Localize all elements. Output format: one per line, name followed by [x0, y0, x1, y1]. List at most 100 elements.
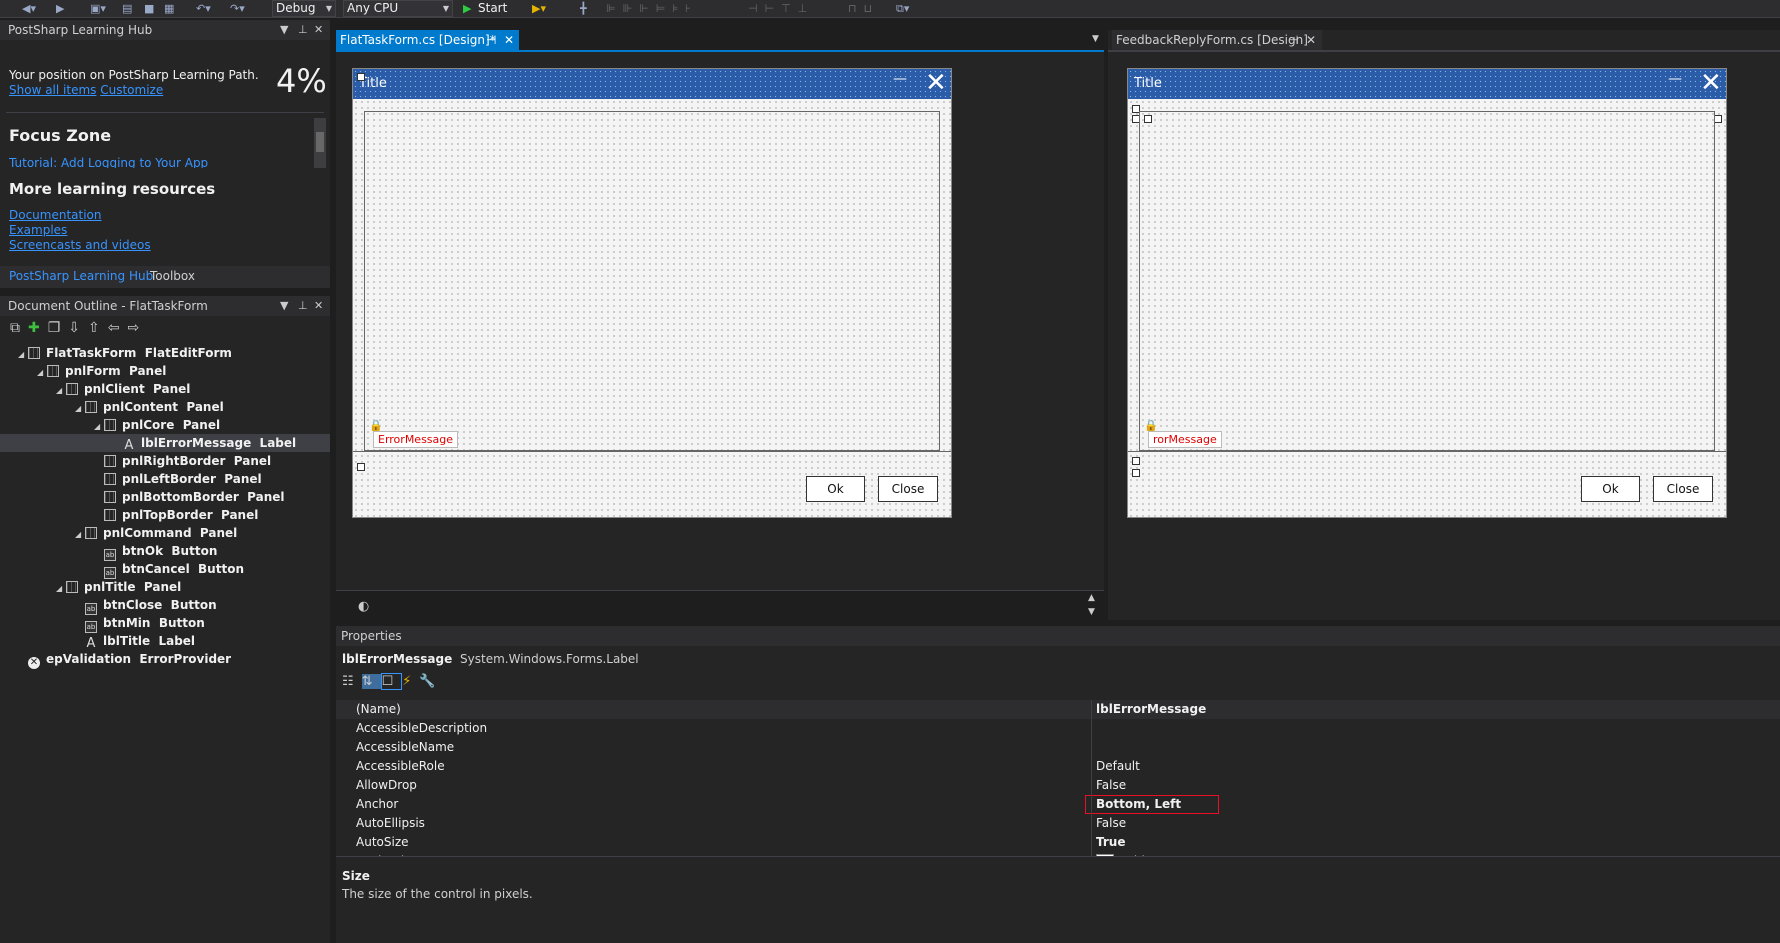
properties-icon[interactable]: ☐	[380, 673, 403, 690]
documentation-link[interactable]: Documentation	[9, 208, 102, 222]
property-row[interactable]: AccessibleRole Default	[336, 757, 1780, 776]
close-button[interactable]: Close	[878, 476, 938, 502]
customize-link[interactable]: Customize	[100, 83, 163, 97]
new-project-icon[interactable]: ▣▾	[90, 1, 106, 16]
property-value[interactable]: False	[1096, 776, 1126, 795]
pin-icon[interactable]: ⊥	[298, 20, 308, 40]
move-right-icon[interactable]: ⇨	[128, 320, 148, 336]
selected-object[interactable]: lblErrorMessage System.Windows.Forms.Lab…	[342, 652, 639, 666]
config-select[interactable]: Debug ▼	[272, 0, 336, 17]
close-icon[interactable]: ✕	[504, 30, 514, 50]
ok-button[interactable]: Ok	[806, 476, 865, 502]
outline-item[interactable]: pnlLeftBorder Panel	[94, 470, 262, 488]
close-icon[interactable]: ✕	[1306, 30, 1316, 50]
pnlcontent-panel[interactable]	[364, 111, 940, 451]
feedbackreplyform-preview[interactable]: Title — ✕ 🔒 rorMessage Ok Close	[1127, 68, 1727, 518]
move-down-icon[interactable]: ⇩	[68, 320, 88, 336]
expander-icon[interactable]: ◢	[75, 400, 85, 418]
expander-icon[interactable]: ◢	[56, 382, 66, 400]
ok-button[interactable]: Ok	[1581, 476, 1640, 502]
pnlcontent-panel[interactable]	[1139, 111, 1715, 451]
undo-icon[interactable]: ↶▾	[196, 1, 211, 16]
grid-column-divider[interactable]	[1091, 700, 1092, 856]
tab-order-icon[interactable]: ⧉▾	[896, 1, 909, 16]
outline-item[interactable]: AlblErrorMessage Label	[0, 434, 330, 452]
tab-learning-hub[interactable]: PostSharp Learning Hub	[9, 269, 153, 283]
back-icon[interactable]: ◀▾	[22, 1, 36, 16]
property-value[interactable]: True	[1096, 833, 1125, 852]
outline-item[interactable]: ◢ pnlCore Panel	[94, 416, 220, 434]
property-value[interactable]: False	[1096, 814, 1126, 833]
open-icon[interactable]: ▤	[122, 1, 132, 16]
outline-item[interactable]: ab btnCancel Button	[94, 560, 244, 579]
expander-icon[interactable]: ◢	[18, 346, 28, 364]
categorized-icon[interactable]: ☷	[342, 674, 362, 689]
screencasts-link[interactable]: Screencasts and videos	[9, 238, 151, 252]
pin-icon[interactable]: ⊣	[1288, 30, 1298, 50]
property-value[interactable]: Bottom, Left	[1085, 795, 1219, 814]
property-value[interactable]: lblErrorMessage	[1096, 700, 1206, 719]
close-form-icon[interactable]: ✕	[1700, 69, 1722, 97]
close-icon[interactable]: ✕	[314, 296, 323, 316]
outline-item[interactable]: ◢ pnlCommand Panel	[75, 524, 237, 542]
property-row[interactable]: AccessibleName	[336, 738, 1780, 757]
start-icon[interactable]: ▶	[463, 1, 471, 16]
close-icon[interactable]: ✕	[314, 20, 323, 40]
scroll-down-icon[interactable]: ▼	[1088, 607, 1095, 617]
outline-item[interactable]: ab btnClose Button	[75, 596, 217, 615]
close-form-icon[interactable]: ✕	[925, 69, 947, 97]
scroll-thumb[interactable]	[316, 132, 324, 152]
form-title-bar[interactable]: Title — ✕	[353, 69, 951, 99]
outline-item[interactable]: ✕ epValidation ErrorProvider	[18, 650, 231, 669]
outline-item[interactable]: ◢ pnlClient Panel	[56, 380, 190, 398]
align-grid-icon[interactable]: ╋	[580, 1, 587, 16]
outline-item[interactable]: ◢ pnlContent Panel	[75, 398, 224, 416]
pin-icon[interactable]: ⊣	[486, 30, 496, 50]
property-row[interactable]: (Name) lblErrorMessage	[336, 700, 1780, 719]
dropdown-icon[interactable]: ▼	[280, 20, 288, 40]
show-all-link[interactable]: Show all items	[9, 83, 96, 97]
close-button[interactable]: Close	[1653, 476, 1713, 502]
outline-item[interactable]: pnlBottomBorder Panel	[94, 488, 285, 506]
property-row[interactable]: Anchor Bottom, Left	[336, 795, 1780, 814]
property-row[interactable]: AutoSize True	[336, 833, 1780, 852]
redo-icon[interactable]: ↷▾	[230, 1, 245, 16]
move-left-icon[interactable]: ⇦	[108, 320, 128, 336]
property-row[interactable]: AccessibleDescription	[336, 719, 1780, 738]
platform-select[interactable]: Any CPU ▼	[343, 0, 453, 17]
events-icon[interactable]: ⚡	[402, 674, 419, 689]
examples-link[interactable]: Examples	[9, 223, 67, 237]
error-message-label[interactable]: ErrorMessage	[373, 431, 459, 448]
outline-item[interactable]: pnlRightBorder Panel	[94, 452, 271, 470]
tab-toolbox[interactable]: Toolbox	[150, 269, 195, 283]
outline-item[interactable]: ◢ pnlForm Panel	[37, 362, 166, 380]
save-all-icon[interactable]: ▦	[164, 1, 174, 16]
property-row[interactable]: AutoEllipsis False	[336, 814, 1780, 833]
duplicate-icon[interactable]: ❐	[48, 320, 69, 336]
expander-icon[interactable]: ◢	[56, 580, 66, 598]
alphabetical-icon[interactable]: ⇅	[361, 674, 381, 689]
minimize-icon[interactable]: —	[1668, 64, 1682, 94]
save-icon[interactable]: ■	[144, 1, 154, 16]
dropdown-icon[interactable]: ▼	[280, 296, 288, 316]
pin-icon[interactable]: ⊥	[298, 296, 308, 316]
tutorial-link-text[interactable]: Tutorial: Add Logging to Your App	[9, 156, 208, 168]
add-icon[interactable]: ✚	[28, 320, 48, 336]
outline-item[interactable]: ◢ pnlTitle Panel	[56, 578, 181, 596]
tab-feedbackreplyform[interactable]: FeedbackReplyForm.cs [Design] ⊣ ✕	[1112, 30, 1322, 50]
tutorial-link[interactable]: Tutorial: Add Logging to Your App	[9, 156, 269, 168]
form2-title-bar[interactable]: Title — ✕	[1128, 69, 1726, 99]
minimize-icon[interactable]: —	[893, 64, 907, 94]
outline-item[interactable]: pnlTopBorder Panel	[94, 506, 258, 524]
outline-item[interactable]: ab btnMin Button	[75, 614, 205, 633]
move-up-icon[interactable]: ⇧	[88, 320, 108, 336]
start-button[interactable]: Start	[478, 1, 507, 16]
focus-scrollbar[interactable]	[314, 118, 326, 168]
tab-flattaskform[interactable]: FlatTaskForm.cs [Design]* ⊣ ✕	[336, 30, 519, 50]
expander-icon[interactable]: ◢	[37, 364, 47, 382]
outline-item[interactable]: AlblTitle Label	[75, 632, 196, 650]
outline-item[interactable]: ab btnOk Button	[94, 542, 217, 561]
property-value[interactable]: Default	[1096, 757, 1140, 776]
tab-dropdown-icon[interactable]: ▼	[1092, 34, 1099, 44]
forward-icon[interactable]: ▶	[56, 1, 64, 16]
